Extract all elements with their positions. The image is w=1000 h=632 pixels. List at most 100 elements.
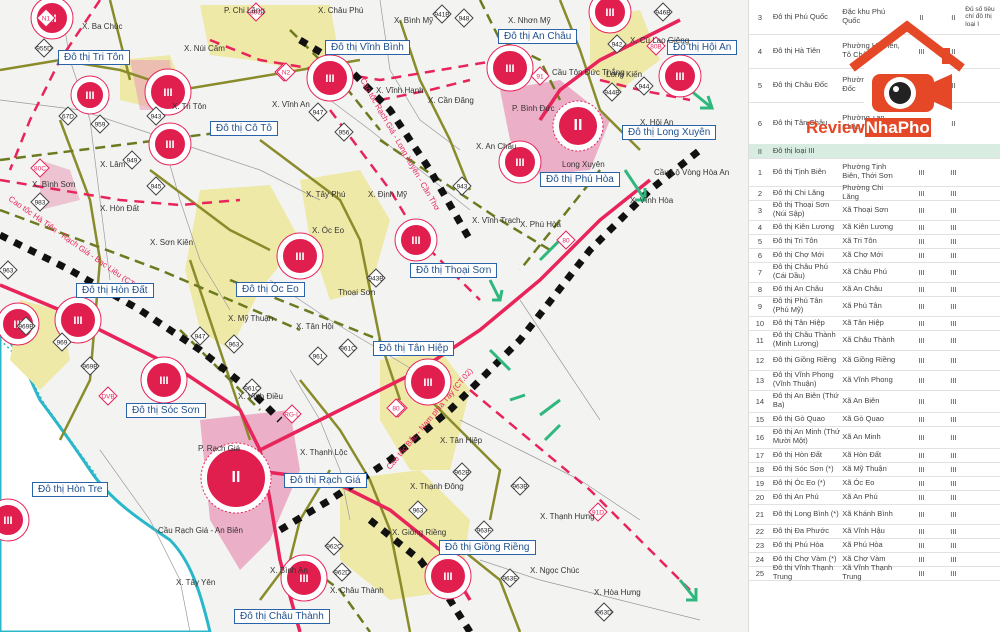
- urban-label-chau-thanh[interactable]: Đô thị Châu Thành: [234, 609, 330, 624]
- urban-class-badge[interactable]: III: [280, 554, 328, 602]
- place-name: X. Tây Phú: [306, 190, 346, 199]
- table-cell-target: III: [950, 188, 957, 198]
- table-cell-area: Xã Châu Thành: [842, 334, 895, 344]
- table-row: 6 Đô thị Chợ Mới Xã Chợ Mới III III: [749, 248, 1000, 263]
- table-cell-no: 1: [757, 167, 762, 177]
- urban-label-tri-ton[interactable]: Đô thị Tri Tôn: [58, 50, 130, 65]
- place-name: X. Vĩnh Hòa: [630, 196, 674, 205]
- table-row: 2 Đô thị Chi Lăng Phường Chi Lăng III III: [749, 183, 1000, 201]
- urban-label-thoai-son[interactable]: Đô thị Thoại Sơn: [410, 263, 498, 278]
- table-cell-target: III: [950, 355, 957, 365]
- table-row: 22 Đô thị Đa Phước Xã Vĩnh Hậu III III: [749, 524, 1000, 539]
- place-name: X. Phú Hòa: [520, 220, 561, 229]
- place-name: P. Rạch Giá: [198, 444, 241, 453]
- place-name: X. Nhơn Mỹ: [508, 16, 551, 25]
- urban-class-badge[interactable]: III: [140, 356, 188, 404]
- urban-class-badge[interactable]: II: [552, 100, 604, 152]
- urban-class-badge[interactable]: III: [276, 232, 324, 280]
- table-cell-name: Đô thị Hà Tiên: [772, 45, 821, 55]
- table-cell-area: Xã Vĩnh Hậu: [842, 525, 885, 535]
- shield-number: 962C: [326, 544, 342, 551]
- badge-class-text: III: [443, 571, 452, 583]
- place-name: X. Sơn Kiên: [150, 238, 194, 247]
- place-name: X. Vĩnh Trạch: [472, 216, 521, 225]
- urban-class-badge[interactable]: III: [404, 358, 452, 406]
- urban-label-phu-hoa[interactable]: Đô thị Phú Hòa: [540, 172, 620, 187]
- table-cell-no: 25: [755, 568, 765, 578]
- urban-class-badge[interactable]: III: [424, 552, 472, 600]
- table-cell-no: 8: [757, 284, 762, 294]
- urban-label-long-xuyen[interactable]: Đô thị Long Xuyên: [622, 125, 717, 140]
- table-row: 23 Đô thị Phú Hòa Xã Phú Hòa III III: [749, 538, 1000, 553]
- place-name: Cầu Lộ Vòng Hòa An: [654, 168, 730, 177]
- table-cell-no: 13: [755, 375, 765, 385]
- urban-label-rach-gia[interactable]: Đô thị Rạch Giá: [284, 473, 367, 488]
- badge-class-text: III: [85, 90, 94, 102]
- watermark-text: ReviewNhaPho: [806, 118, 931, 137]
- table-cell-no: 6: [757, 118, 762, 128]
- urban-class-badge[interactable]: III: [148, 122, 192, 166]
- urban-label-vinh-binh[interactable]: Đô thị Vĩnh Bình: [325, 40, 410, 55]
- urban-class-badge[interactable]: II: [200, 442, 272, 514]
- shield-number: 944: [639, 84, 650, 91]
- table-cell-target: III: [950, 267, 957, 277]
- urban-label-an-chau[interactable]: Đô thị An Châu: [498, 29, 578, 44]
- urban-class-badge[interactable]: III: [306, 54, 354, 102]
- table-row: 17 Đô thị Hòn Đất Xã Hòn Đất III III: [749, 448, 1000, 463]
- urban-label-giong-rieng[interactable]: Đô thị Giồng Riềng: [439, 540, 536, 555]
- shield-number: 943: [457, 184, 468, 191]
- table-cell-area: Xã Châu Phú: [842, 266, 887, 276]
- urban-class-badge[interactable]: III: [394, 218, 438, 262]
- table-cell-name: Đô thị Phú Quốc: [772, 11, 828, 21]
- table-cell-cur: III: [918, 301, 925, 311]
- shield-number: 942: [612, 42, 623, 49]
- shield-number: 963: [3, 268, 14, 275]
- table-cell-cur: III: [918, 554, 925, 564]
- shield-number: 943: [151, 114, 162, 121]
- badge-class-text: III: [165, 139, 174, 151]
- table-cell-cur: III: [918, 250, 925, 260]
- table-cell-no: 21: [755, 509, 765, 519]
- table-cell-no: 19: [755, 478, 765, 488]
- table-cell-no: 10: [755, 318, 765, 328]
- place-name: X. Giồng Riềng: [392, 528, 447, 537]
- urban-label-tan-hiep[interactable]: Đô thị Tân Hiệp: [373, 341, 455, 356]
- badge-class-text: II: [574, 117, 583, 134]
- shield-number: 961C: [340, 346, 356, 353]
- table-cell-name: Đô thị Chợ Vàm (*): [772, 553, 837, 563]
- place-name: X. Hòn Đất: [100, 204, 140, 213]
- table-row: 16 Đô thị An Minh (Thứ Mười Một) Xã An Min…: [749, 426, 1000, 449]
- shield-number: 949: [127, 158, 138, 165]
- urban-class-badge[interactable]: III: [70, 75, 110, 115]
- place-name: Long Xuyên: [562, 160, 605, 169]
- table-cell-name: Đô thị Chợ Mới: [772, 249, 824, 259]
- urban-label-hon-dat[interactable]: Đô thị Hòn Đất: [76, 283, 154, 298]
- planning-map[interactable]: Cao tốc Hà Tiên - Rạch Giá - Bạc Liêu (C…: [0, 0, 748, 632]
- table-row: 4 Đô thị Kiên Lương Xã Kiên Lương III III: [749, 220, 1000, 235]
- table-cell-target: III: [950, 375, 957, 385]
- urban-label-hon-tre[interactable]: Đô thị Hòn Tre: [32, 482, 109, 497]
- place-name: X. Bình Mỹ: [394, 16, 434, 25]
- table-cell-no: 15: [755, 414, 765, 424]
- table-cell-cur: III: [918, 205, 925, 215]
- urban-class-badge[interactable]: III: [658, 54, 702, 98]
- table-cell-no: 14: [755, 396, 765, 406]
- table-cell-name: Đô thị An Châu: [772, 283, 824, 293]
- urban-label-soc-son[interactable]: Đô thị Sóc Sơn: [126, 403, 206, 418]
- table-row: 15 Đô thị Gò Quao Xã Gò Quao III III: [749, 412, 1000, 427]
- table-cell-no: 20: [755, 492, 765, 502]
- shield-number: 969B: [18, 324, 33, 331]
- urban-class-badge[interactable]: III: [486, 44, 534, 92]
- table-cell-name: Đô thị An Minh (Thứ Mười Một): [772, 427, 840, 445]
- table-cell-area: Xã An Châu: [842, 283, 883, 293]
- shield-number: 91: [536, 74, 544, 81]
- badge-class-text: III: [411, 235, 420, 247]
- table-cell-target: III: [950, 284, 957, 294]
- table-cell-target: III: [950, 250, 957, 260]
- table-cell-target: III: [950, 335, 957, 345]
- table-cell-name: Đô thị Sóc Sơn (*): [772, 463, 834, 473]
- table-cell-area: Xã An Biên: [842, 395, 880, 405]
- place-name: X. Vĩnh An: [272, 100, 310, 109]
- urban-label-oc-eo[interactable]: Đô thị Óc Eo: [236, 282, 305, 297]
- urban-label-co-to[interactable]: Đô thị Cô Tô: [210, 121, 278, 136]
